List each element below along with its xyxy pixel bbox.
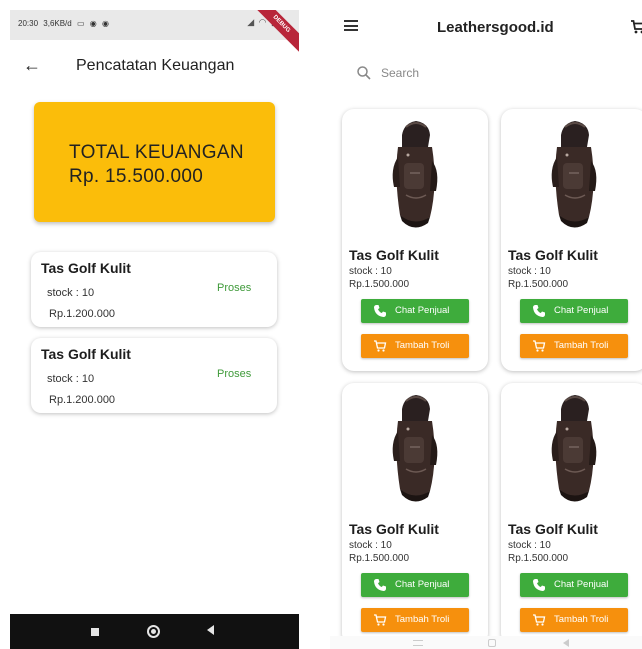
transaction-stock: stock : 10 bbox=[47, 287, 95, 299]
screen-icon: ▭ bbox=[76, 19, 85, 28]
product-image bbox=[380, 117, 450, 235]
product-card[interactable]: Tas Golf Kulit stock : 10 Rp.1.500.000 C… bbox=[501, 383, 642, 645]
recent-apps-icon[interactable] bbox=[91, 628, 99, 636]
trolley-icon bbox=[373, 613, 387, 627]
product-image bbox=[539, 117, 609, 235]
transaction-status: Proses bbox=[217, 282, 252, 294]
transaction-name: Tas Golf Kulit bbox=[41, 346, 131, 362]
total-amount: Rp. 15.500.000 bbox=[69, 166, 204, 187]
transaction-name: Tas Golf Kulit bbox=[41, 260, 131, 276]
store-title: Leathersgood.id bbox=[437, 19, 554, 36]
transaction-card[interactable]: Tas Golf Kulit stock : 10 Rp.1.200.000 P… bbox=[31, 252, 277, 327]
system-nav-bar bbox=[10, 614, 299, 649]
chat-seller-label: Chat Penjual bbox=[395, 579, 450, 590]
chat-seller-label: Chat Penjual bbox=[554, 305, 609, 316]
add-to-cart-button[interactable]: Tambah Troli bbox=[520, 334, 628, 358]
search-input[interactable]: Search bbox=[348, 60, 548, 86]
notification-icon: ◉ bbox=[89, 19, 97, 28]
product-card[interactable]: Tas Golf Kulit stock : 10 Rp.1.500.000 C… bbox=[342, 383, 488, 645]
finance-screen: 20:30 3,6KB/d ▭ ◉ ◉ ◢ ◠ ▮ DEBUG ← Pencat… bbox=[10, 10, 299, 649]
phone-icon bbox=[532, 304, 546, 318]
search-icon bbox=[357, 66, 371, 80]
total-title: TOTAL KEUANGAN bbox=[69, 142, 244, 163]
product-card[interactable]: Tas Golf Kulit stock : 10 Rp.1.500.000 C… bbox=[501, 109, 642, 371]
chat-seller-button[interactable]: Chat Penjual bbox=[520, 573, 628, 597]
trolley-icon bbox=[532, 339, 546, 353]
store-screen: Leathersgood.id Search Tas Golf Kulit st… bbox=[330, 0, 642, 649]
add-to-cart-label: Tambah Troli bbox=[395, 614, 450, 625]
home-icon[interactable] bbox=[147, 625, 160, 638]
phone-icon bbox=[373, 304, 387, 318]
transaction-price: Rp.1.200.000 bbox=[49, 394, 116, 406]
product-name: Tas Golf Kulit bbox=[349, 247, 439, 263]
arrow-left-icon[interactable]: ← bbox=[23, 55, 41, 76]
notification-icon: ◉ bbox=[101, 19, 109, 28]
chat-seller-label: Chat Penjual bbox=[554, 579, 609, 590]
product-name: Tas Golf Kulit bbox=[508, 247, 598, 263]
add-to-cart-label: Tambah Troli bbox=[554, 340, 609, 351]
product-name: Tas Golf Kulit bbox=[349, 521, 439, 537]
hamburger-menu-icon[interactable] bbox=[344, 20, 358, 31]
add-to-cart-button[interactable]: Tambah Troli bbox=[361, 608, 469, 632]
product-stock: stock : 10 bbox=[349, 266, 392, 277]
status-left: 20:30 3,6KB/d ▭ ◉ ◉ bbox=[18, 19, 112, 28]
home-icon[interactable] bbox=[488, 639, 496, 647]
product-card[interactable]: Tas Golf Kulit stock : 10 Rp.1.500.000 C… bbox=[342, 109, 488, 371]
back-icon[interactable] bbox=[563, 639, 569, 647]
product-name: Tas Golf Kulit bbox=[508, 521, 598, 537]
status-bar: 20:30 3,6KB/d ▭ ◉ ◉ ◢ ◠ ▮ DEBUG bbox=[10, 10, 299, 58]
product-price: Rp.1.500.000 bbox=[349, 553, 410, 564]
transaction-price: Rp.1.200.000 bbox=[49, 308, 116, 320]
product-image bbox=[539, 391, 609, 509]
product-image bbox=[380, 391, 450, 509]
chat-seller-button[interactable]: Chat Penjual bbox=[361, 573, 469, 597]
trolley-icon bbox=[532, 613, 546, 627]
product-stock: stock : 10 bbox=[508, 540, 551, 551]
page-title: Pencatatan Keuangan bbox=[76, 57, 235, 74]
signal-icon: ◢ bbox=[247, 17, 256, 27]
add-to-cart-label: Tambah Troli bbox=[395, 340, 450, 351]
product-price: Rp.1.500.000 bbox=[508, 553, 569, 564]
chat-seller-label: Chat Penjual bbox=[395, 305, 450, 316]
transaction-card[interactable]: Tas Golf Kulit stock : 10 Rp.1.200.000 P… bbox=[31, 338, 277, 413]
shopping-cart-icon[interactable] bbox=[630, 19, 642, 35]
menu-icon[interactable] bbox=[413, 640, 423, 646]
trolley-icon bbox=[373, 339, 387, 353]
product-price: Rp.1.500.000 bbox=[349, 279, 410, 290]
total-finance-card: TOTAL KEUANGAN Rp. 15.500.000 bbox=[34, 102, 275, 222]
product-price: Rp.1.500.000 bbox=[508, 279, 569, 290]
transaction-stock: stock : 10 bbox=[47, 373, 95, 385]
back-icon[interactable] bbox=[207, 625, 214, 635]
product-stock: stock : 10 bbox=[349, 540, 392, 551]
status-speed: 3,6KB/d bbox=[43, 19, 72, 28]
transaction-status: Proses bbox=[217, 368, 252, 380]
chat-seller-button[interactable]: Chat Penjual bbox=[520, 299, 628, 323]
phone-icon bbox=[532, 578, 546, 592]
add-to-cart-button[interactable]: Tambah Troli bbox=[520, 608, 628, 632]
system-nav-bar bbox=[330, 636, 642, 649]
status-time: 20:30 bbox=[18, 19, 39, 28]
search-placeholder: Search bbox=[381, 66, 420, 80]
phone-icon bbox=[373, 578, 387, 592]
chat-seller-button[interactable]: Chat Penjual bbox=[361, 299, 469, 323]
app-bar: ← Pencatatan Keuangan bbox=[10, 46, 299, 86]
add-to-cart-button[interactable]: Tambah Troli bbox=[361, 334, 469, 358]
product-stock: stock : 10 bbox=[508, 266, 551, 277]
add-to-cart-label: Tambah Troli bbox=[554, 614, 609, 625]
